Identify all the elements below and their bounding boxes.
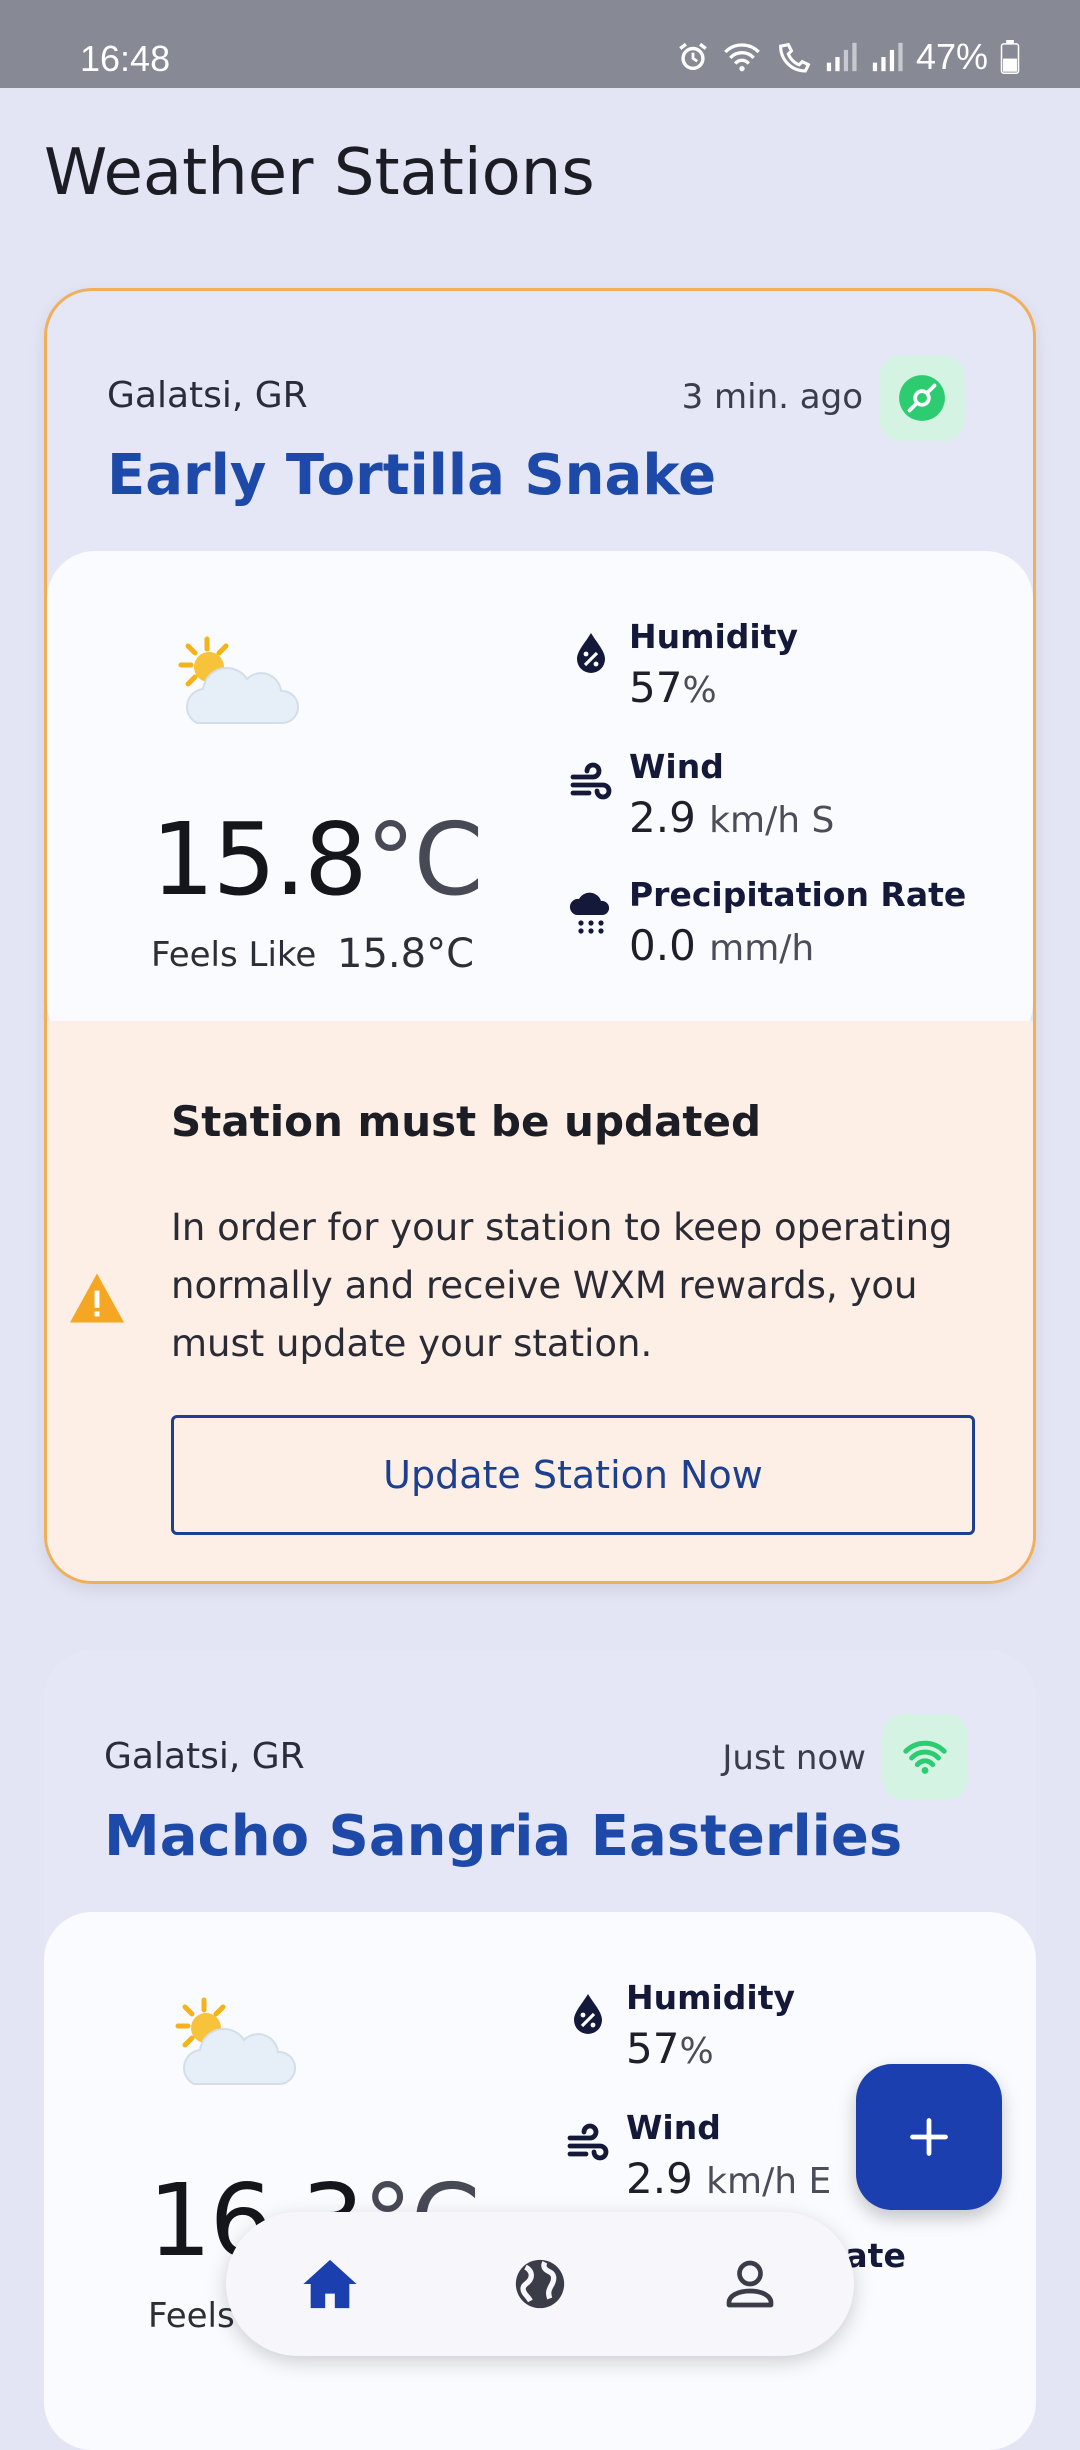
alert-content: Station must be updated In order for you… [47,1051,1033,1581]
feels-like-label: Feels [148,2296,235,2336]
temperature-unit: °C [365,801,484,918]
rain-cloud-icon [569,892,610,934]
humidity-value: 57% [626,2024,714,2073]
station-last-seen: Just now [722,1738,866,1778]
humidity-icon [577,633,605,673]
alert-body: In order for your station to keep operat… [171,1206,953,1365]
station-location: Galatsi, GR [107,375,308,416]
battery-icon [1000,40,1020,74]
station-status-badge [882,1714,968,1800]
station-card[interactable]: Galatsi, GR 3 min. ago Early Tortilla Sn… [44,288,1036,1584]
humidity-number: 57 [626,2024,680,2073]
temperature-value: 15.8 [151,801,368,918]
precipitation-number: 0.0 [629,921,696,970]
globe-icon [515,2259,565,2309]
add-station-button[interactable] [856,2064,1002,2210]
signal-icon [872,42,903,72]
wind-number: 2.9 [626,2154,693,2203]
battery-percent: 47% [915,36,988,77]
precipitation-value: 0.0 mm/h [629,921,814,970]
station-name: Early Tortilla Snake [107,443,717,508]
station-location: Galatsi, GR [104,1736,305,1777]
feels-like-label: Feels Like [151,935,317,975]
status-icons: 47% [676,36,1020,78]
page-title: Weather Stations [44,136,595,210]
wind-label: Wind [629,747,724,786]
wind-icon [567,2123,609,2161]
temperature: 15.8°C [151,801,484,918]
plus-icon [910,2118,948,2156]
helium-hotspot-icon [899,375,945,421]
station-last-seen: 3 min. ago [681,377,863,417]
wind-unit: km/h E [706,2161,832,2202]
humidity-value: 57% [629,663,717,712]
humidity-number: 57 [629,663,683,712]
nav-profile[interactable] [714,2248,786,2320]
wind-unit: km/h S [709,800,835,841]
warning-icon [70,1273,124,1323]
home-icon [303,2259,357,2309]
nav-home[interactable] [294,2248,366,2320]
signal-icon [826,42,857,72]
alert-title: Station must be updated [171,1097,762,1146]
profile-icon [726,2260,774,2308]
nav-explorer[interactable] [504,2248,576,2320]
wifi-status-icon [724,43,760,72]
station-name: Macho Sangria Easterlies [104,1804,903,1869]
humidity-icon [574,1994,602,2034]
status-bar: 16:48 47% [0,0,1080,88]
wifi-icon [903,1740,947,1774]
partly-cloudy-icon [178,636,299,724]
status-time: 16:48 [80,38,171,79]
alarm-icon [679,42,707,71]
precipitation-unit: mm/h [709,928,815,969]
humidity-label: Humidity [626,1978,796,2017]
partly-cloudy-icon [175,1997,296,2085]
wind-number: 2.9 [629,793,696,842]
humidity-unit: % [679,2031,714,2072]
wind-value: 2.9 km/h S [629,793,834,842]
humidity-unit: % [682,670,717,711]
feels-like-value: 15.8°C [337,931,474,977]
wind-value: 2.9 km/h E [626,2154,831,2203]
wifi-call-icon [779,42,811,73]
humidity-label: Humidity [629,617,799,656]
update-station-button[interactable]: Update Station Now [171,1415,975,1535]
weather-panel: 15.8°C Feels Like 15.8°C Humidity 57% Wi… [47,551,1033,1051]
bottom-navigation [226,2212,854,2356]
precipitation-label: Precipitation Rate [629,875,967,914]
wind-icon [570,762,612,800]
update-alert: Station must be updated In order for you… [47,1021,1033,1581]
wind-label: Wind [626,2108,721,2147]
station-status-badge [879,355,965,441]
